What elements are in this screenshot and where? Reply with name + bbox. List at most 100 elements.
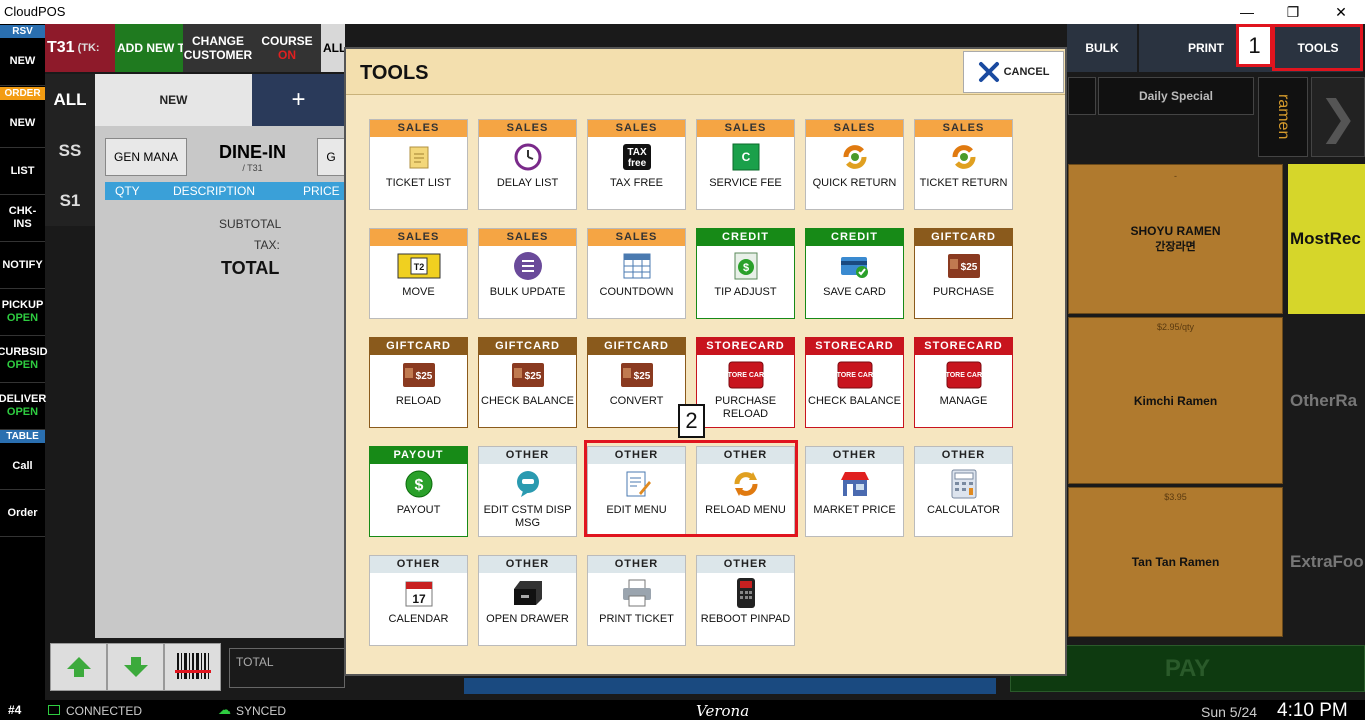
notify-button[interactable]: NOTIFY bbox=[0, 242, 45, 289]
tool-print-ticket-button[interactable]: OTHER PRINT TICKET bbox=[587, 555, 686, 646]
move-icon: T2 bbox=[370, 246, 467, 286]
app: CloudPOS — ❐ ✕ RSV NEW ORDER NEW LIST CH… bbox=[0, 0, 1365, 720]
pickup-label: PICKUP bbox=[1, 299, 44, 311]
modal-title: TOOLS bbox=[360, 62, 429, 84]
tool-purchase-button[interactable]: GIFTCARD $25 PURCHASE bbox=[914, 228, 1013, 319]
tool-ticket-list-button[interactable]: SALES TICKET LIST bbox=[369, 119, 468, 210]
scroll-up-button[interactable] bbox=[50, 643, 107, 691]
all-seats-button[interactable]: ALL bbox=[321, 24, 345, 72]
tab-new[interactable]: NEW bbox=[95, 74, 252, 126]
menu-tab-left[interactable] bbox=[1068, 77, 1096, 115]
daily-special-tab[interactable]: Daily Special bbox=[1098, 77, 1254, 115]
seat-s1[interactable]: S1 bbox=[45, 176, 95, 226]
pinpad-icon bbox=[697, 573, 794, 613]
close-icon[interactable]: ✕ bbox=[1318, 0, 1364, 24]
brand-logo: Verona bbox=[696, 702, 750, 720]
tool-label: TIP ADJUST bbox=[714, 286, 777, 298]
arrow-up-icon bbox=[66, 657, 91, 677]
gift-card-icon: $25 bbox=[588, 355, 685, 395]
ramen-tab[interactable]: ramen bbox=[1258, 77, 1308, 157]
tool-edit-cstm-disp-msg-button[interactable]: OTHER EDIT CSTM DISP MSG bbox=[478, 446, 577, 537]
tool-label: BULK UPDATE bbox=[489, 286, 566, 298]
menu-item-kimchi-ramen[interactable]: $2.95/qty Kimchi Ramen bbox=[1068, 317, 1283, 484]
store-card-icon: STORE CARD bbox=[915, 355, 1012, 395]
item-name: Tan Tan Ramen bbox=[1131, 555, 1220, 569]
order-button[interactable]: Order bbox=[0, 490, 45, 537]
bulk-button[interactable]: BULK bbox=[1067, 24, 1137, 72]
menu-item-tan-tan-ramen[interactable]: $3.95 Tan Tan Ramen bbox=[1068, 487, 1283, 637]
order-new-button[interactable]: NEW bbox=[0, 100, 45, 148]
tool-quick-return-button[interactable]: SALES QUICK RETURN bbox=[805, 119, 904, 210]
tool-category: OTHER bbox=[697, 556, 794, 573]
tool-delay-list-button[interactable]: SALES DELAY LIST bbox=[478, 119, 577, 210]
tool-category: SALES bbox=[479, 229, 576, 246]
item-price: $2.95/qty bbox=[1156, 322, 1195, 332]
tool-payout-button[interactable]: PAYOUT $ PAYOUT bbox=[369, 446, 468, 537]
pickup-button[interactable]: PICKUP OPEN bbox=[0, 289, 45, 336]
next-page-button[interactable]: ❯ bbox=[1311, 77, 1365, 157]
seat-ss[interactable]: SS bbox=[45, 126, 95, 176]
table-icon bbox=[588, 246, 685, 286]
tool-countdown-button[interactable]: SALES COUNTDOWN bbox=[587, 228, 686, 319]
svg-text:$: $ bbox=[414, 477, 423, 494]
tool-bulk-update-button[interactable]: SALES BULK UPDATE bbox=[478, 228, 577, 319]
cancel-button[interactable]: CANCEL bbox=[963, 51, 1064, 93]
tool-reboot-pinpad-button[interactable]: OTHER REBOOT PINPAD bbox=[696, 555, 795, 646]
tool-category: STORECARD bbox=[697, 338, 794, 355]
tool-label: PAYOUT bbox=[396, 504, 441, 516]
tool-reload-button[interactable]: GIFTCARD $25 RELOAD bbox=[369, 337, 468, 428]
tool-category: OTHER bbox=[915, 447, 1012, 464]
tool-calendar-button[interactable]: OTHER 17 CALENDAR bbox=[369, 555, 468, 646]
notepad-icon bbox=[370, 137, 467, 177]
tool-check-balance-button[interactable]: GIFTCARD $25 CHECK BALANCE bbox=[478, 337, 577, 428]
delivery-button[interactable]: DELIVER OPEN bbox=[0, 383, 46, 430]
change-customer-button[interactable]: CHANGE CUSTOMER bbox=[183, 24, 253, 72]
tool-move-button[interactable]: SALES T2 MOVE bbox=[369, 228, 468, 319]
delivery-status: OPEN bbox=[6, 406, 39, 418]
tool-convert-button[interactable]: GIFTCARD $25 CONVERT bbox=[587, 337, 686, 428]
table-id-badge[interactable]: T31 (TK: bbox=[45, 24, 115, 72]
tool-label: REBOOT PINPAD bbox=[700, 613, 791, 625]
minimize-icon[interactable]: — bbox=[1224, 0, 1270, 24]
course-status: ON bbox=[278, 48, 296, 62]
tool-manage-button[interactable]: STORECARD STORE CARD MANAGE bbox=[914, 337, 1013, 428]
cloud-icon: ☁ bbox=[218, 702, 231, 717]
tool-category: SALES bbox=[806, 120, 903, 137]
tool-purchase-reload-button[interactable]: STORECARD STORE CARD PURCHASE RELOAD bbox=[696, 337, 795, 428]
tool-tip-adjust-button[interactable]: CREDIT $ TIP ADJUST bbox=[696, 228, 795, 319]
tool-market-price-button[interactable]: OTHER MARKET PRICE bbox=[805, 446, 904, 537]
g-button[interactable]: G bbox=[317, 138, 345, 176]
category-most-recent[interactable]: MostRec bbox=[1288, 164, 1365, 314]
add-new-button[interactable]: ADD NEW T bbox=[115, 24, 183, 72]
curbside-button[interactable]: CURBSID OPEN bbox=[0, 336, 48, 383]
add-tab-button[interactable]: + bbox=[252, 74, 345, 126]
checkins-button[interactable]: CHK-INS bbox=[0, 195, 45, 242]
tool-calculator-button[interactable]: OTHER CALCULATOR bbox=[914, 446, 1013, 537]
tool-open-drawer-button[interactable]: OTHER OPEN DRAWER bbox=[478, 555, 577, 646]
rsv-new-button[interactable]: NEW bbox=[0, 38, 45, 86]
category-other-ramen[interactable]: OtherRa bbox=[1288, 317, 1365, 484]
store-icon bbox=[806, 464, 903, 504]
category-extra-food[interactable]: ExtraFoo bbox=[1288, 487, 1365, 637]
bottom-blue-bar bbox=[464, 678, 996, 694]
barcode-button[interactable] bbox=[164, 643, 221, 691]
list-button[interactable]: LIST bbox=[0, 148, 45, 195]
tool-service-fee-button[interactable]: SALES C SERVICE FEE bbox=[696, 119, 795, 210]
course-button[interactable]: COURSE ON bbox=[253, 24, 321, 72]
tool-ticket-return-button[interactable]: SALES TICKET RETURN bbox=[914, 119, 1013, 210]
tool-save-card-button[interactable]: CREDIT SAVE CARD bbox=[805, 228, 904, 319]
tool-category: CREDIT bbox=[806, 229, 903, 246]
menu-item-shoyu-ramen[interactable]: - SHOYU RAMEN 간장라면 bbox=[1068, 164, 1283, 314]
dine-in-label[interactable]: DINE-IN / T31 bbox=[205, 142, 300, 173]
gen-mana-button[interactable]: GEN MANA bbox=[105, 138, 187, 176]
tab-all[interactable]: ALL bbox=[45, 74, 95, 126]
tool-tax-free-button[interactable]: SALES TAX free TAX FREE bbox=[587, 119, 686, 210]
money-icon: $ bbox=[697, 246, 794, 286]
tool-category: CREDIT bbox=[697, 229, 794, 246]
call-button[interactable]: Call bbox=[0, 443, 45, 490]
tool-check-balance-button[interactable]: STORECARD STORE CARD CHECK BALANCE bbox=[805, 337, 904, 428]
maximize-icon[interactable]: ❐ bbox=[1270, 0, 1316, 24]
rsv-header: RSV bbox=[0, 25, 45, 38]
col-price: PRICE bbox=[303, 184, 340, 198]
scroll-down-button[interactable] bbox=[107, 643, 164, 691]
